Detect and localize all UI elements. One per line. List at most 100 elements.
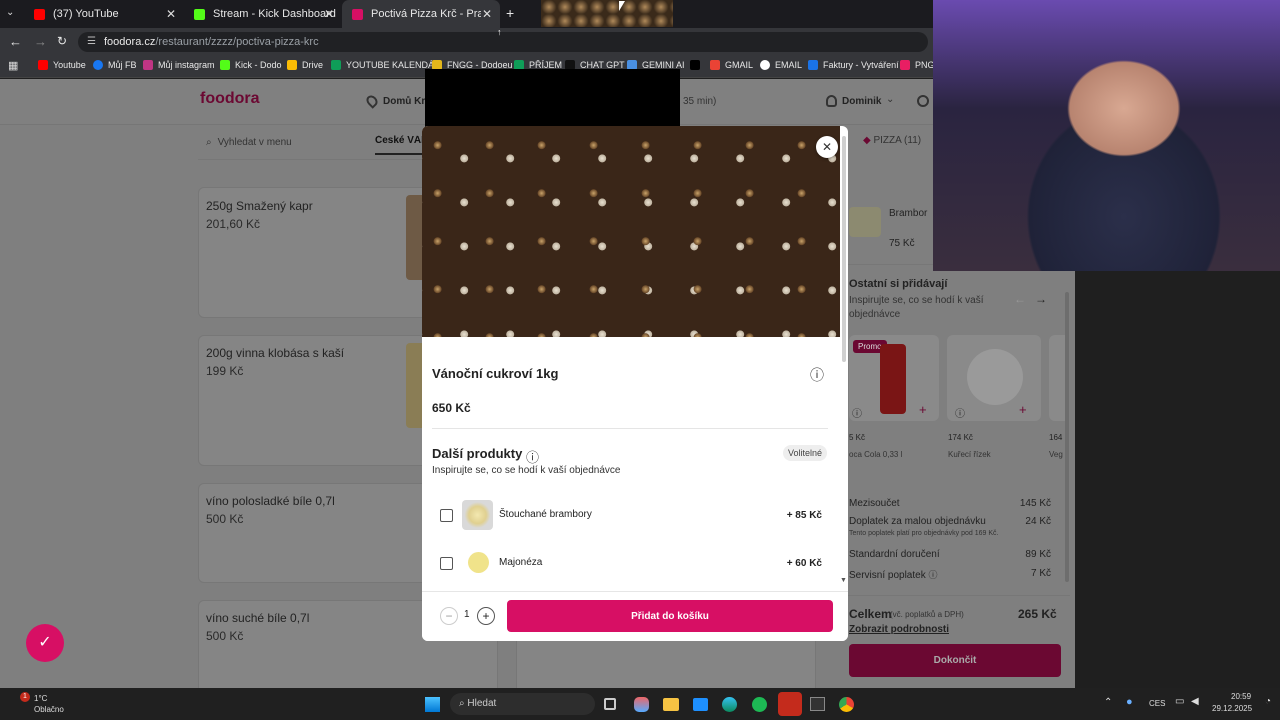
option-row[interactable]: Majonéza + 60 Kč	[432, 546, 828, 580]
spotify-icon[interactable]	[752, 697, 767, 712]
show-details-link[interactable]: Zobrazit podrobnosti	[849, 624, 949, 635]
cart-scrollbar[interactable]	[1065, 292, 1069, 582]
upsell-prev-icon[interactable]: ←	[1014, 292, 1026, 306]
terminal-icon[interactable]	[810, 697, 825, 711]
edge-icon[interactable]	[722, 697, 737, 712]
search-icon: ⌕	[206, 137, 212, 148]
url-field[interactable]: ☰ foodora.cz/restaurant/zzzz/poctiva-pizz…	[78, 32, 928, 52]
back-icon[interactable]: ←	[9, 34, 22, 49]
email-icon	[760, 60, 770, 70]
modal-scrollbar[interactable]	[842, 136, 846, 362]
mouse-cursor-icon	[619, 1, 625, 11]
foodora-logo[interactable]: foodora	[200, 90, 260, 108]
add-icon[interactable]: +	[919, 402, 927, 417]
bookmark-unnamed[interactable]	[690, 60, 705, 70]
user-menu[interactable]: Dominik	[842, 96, 881, 107]
menu-item-name: 200g vinna klobása s kaší	[206, 346, 345, 360]
eta-label[interactable]: 35 min)	[683, 96, 716, 107]
info-icon[interactable]: ⓘ	[852, 405, 862, 420]
checkbox[interactable]	[440, 557, 453, 570]
scroll-down-icon[interactable]: ▼	[840, 577, 847, 584]
bookmark-fb[interactable]: Můj FB	[93, 60, 137, 70]
bookmark-label: PNG	[915, 60, 935, 70]
language-globe-icon[interactable]	[917, 95, 929, 107]
menu-item-card[interactable]: 200g vinna klobása s kaší 199 Kč	[198, 335, 428, 466]
tab-kick[interactable]: Stream - Kick Dashboard ✕	[184, 0, 342, 28]
weather-widget[interactable]: 1 1°C Oblačno	[14, 692, 74, 716]
dash-icon	[690, 60, 700, 70]
bookmark-gmail[interactable]: GMAIL	[710, 60, 753, 70]
weather-temp: 1°C	[34, 694, 48, 703]
close-tab-icon[interactable]: ✕	[482, 7, 492, 21]
menu-item-name: víno polosladké bíle 0,7l	[206, 494, 335, 508]
tab-label: Poctivá Pizza Krč - Prague - ro:	[371, 8, 481, 20]
cart-item-price: 75 Kč	[889, 238, 915, 249]
info-icon[interactable]: ⓘ	[526, 447, 539, 466]
chrome-icon[interactable]	[839, 697, 854, 712]
decrease-quantity-button[interactable]: −	[440, 607, 458, 625]
mail-icon[interactable]	[693, 698, 708, 711]
upsell-card[interactable]: Promo ⓘ +	[849, 335, 939, 421]
tab-list-button[interactable]: ⌄	[6, 7, 14, 18]
bookmark-label: Faktury - Vytváření	[823, 60, 899, 70]
section-divider	[432, 428, 828, 429]
increase-quantity-button[interactable]: +	[477, 607, 495, 625]
volume-icon[interactable]: ◀	[1191, 696, 1199, 707]
bookmark-faktury[interactable]: Faktury - Vytváření	[808, 60, 899, 70]
network-icon[interactable]: ▭	[1175, 696, 1184, 707]
bookmark-drive[interactable]: Drive	[287, 60, 323, 70]
notification-bell-icon[interactable]: ◔	[1265, 696, 1271, 707]
menu-search-input[interactable]: ⌕ Vyhledat v menu	[200, 131, 360, 155]
copilot-icon[interactable]	[634, 697, 649, 712]
file-explorer-icon[interactable]	[663, 698, 679, 711]
option-name: Majonéza	[499, 557, 543, 568]
tab-foodora[interactable]: Poctivá Pizza Krč - Prague - ro:✕	[342, 0, 500, 28]
bookmark-kick[interactable]: Kick - Dodo	[220, 60, 282, 70]
close-tab-icon[interactable]: ✕	[324, 7, 334, 21]
taskbar-search[interactable]: ⌕ Hledat	[450, 693, 595, 715]
forward-icon[interactable]: →	[34, 34, 47, 49]
menu-item-card[interactable]: víno polosladké bíle 0,7l 500 Kč	[198, 483, 428, 583]
option-price: + 85 Kč	[786, 510, 822, 521]
info-icon[interactable]: ⓘ	[955, 405, 965, 420]
language-indicator[interactable]: CES	[1149, 699, 1165, 708]
close-tab-icon[interactable]: ✕	[166, 7, 176, 21]
microphone-icon[interactable]: ●	[1126, 696, 1133, 708]
reload-icon[interactable]: ↻	[57, 34, 67, 48]
tab-youtube[interactable]: (37) YouTube ✕	[24, 0, 184, 28]
security-shield-button[interactable]: ✓	[26, 624, 64, 662]
clock-time[interactable]: 20:59	[1231, 692, 1251, 701]
bookmark-instagram[interactable]: Můj instagram	[143, 60, 215, 70]
site-info-icon[interactable]: ☰	[87, 32, 96, 52]
checkbox[interactable]	[440, 509, 453, 522]
bookmark-email[interactable]: EMAIL	[760, 60, 802, 70]
quantity-value: 1	[464, 609, 470, 620]
bookmark-png[interactable]: PNG	[900, 60, 935, 70]
menu-item-card[interactable]: 250g Smažený kapr 201,60 Kč	[198, 187, 428, 318]
info-icon[interactable]: ⓘ	[810, 365, 824, 385]
bookmark-label: Můj FB	[108, 60, 137, 70]
sheets-icon	[331, 60, 341, 70]
summary-row: Standardní doručení 89 Kč	[849, 549, 1051, 568]
checkout-button[interactable]: Dokončit	[849, 644, 1061, 677]
bookmark-youtube[interactable]: Youtube	[38, 60, 86, 70]
option-row[interactable]: Štouchané brambory + 85 Kč	[432, 498, 828, 532]
apps-icon[interactable]: ▦	[8, 59, 18, 72]
info-icon[interactable]: ⓘ	[929, 570, 938, 580]
new-tab-button[interactable]: +	[506, 5, 514, 21]
address-label[interactable]: Domů Kr	[383, 96, 425, 107]
tray-chevron-icon[interactable]: ⌃	[1104, 697, 1112, 708]
obs-icon[interactable]	[778, 692, 802, 716]
close-button[interactable]: ✕	[816, 136, 838, 158]
start-button[interactable]	[425, 697, 440, 712]
add-to-cart-button[interactable]: Přidat do košíku	[507, 600, 833, 632]
task-view-icon[interactable]	[604, 698, 616, 710]
pizza-icon: ◆	[863, 135, 871, 146]
clock-date[interactable]: 29.12.2025	[1212, 704, 1252, 713]
upsell-next-icon[interactable]: →	[1035, 292, 1047, 306]
windows-taskbar: 1 1°C Oblačno ⌕ Hledat ⌃ ● CES ▭ ◀ 20:59…	[0, 688, 1280, 720]
add-icon[interactable]: +	[1019, 402, 1027, 417]
upsell-card[interactable]: ⓘ +	[947, 335, 1041, 421]
category-tab-pizza[interactable]: ◆ PIZZA (11)	[863, 135, 921, 146]
taskbar-search-label: Hledat	[467, 698, 497, 709]
